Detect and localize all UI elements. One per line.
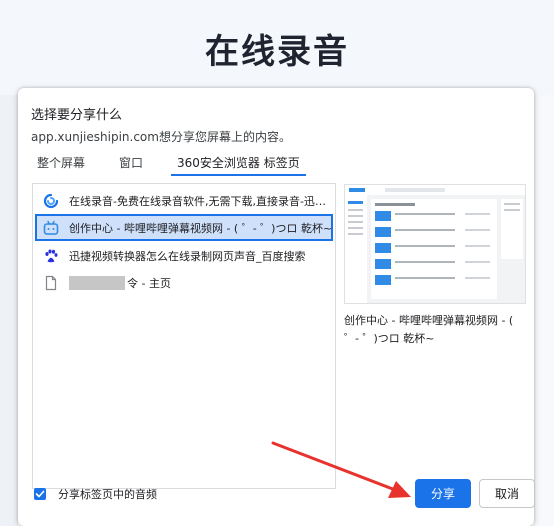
preview-image <box>345 185 525 303</box>
list-item-selected[interactable]: 创作中心 - 哔哩哔哩弹幕视频网 - ( ゜- ゜)つロ 乾杯~ <box>35 214 333 241</box>
redaction-block <box>69 275 125 290</box>
share-audio-label: 分享标签页中的音频 <box>58 488 157 501</box>
bilibili-icon <box>43 220 59 235</box>
screen-share-dialog: 选择要分享什么 app.xunjieshipin.com想分享您屏幕上的内容。 … <box>18 88 535 526</box>
list-item-label: 创作中心 - 哔哩哔哩弹幕视频网 - ( ゜- ゜)つロ 乾杯~ <box>69 221 333 235</box>
share-button[interactable]: 分享 <box>415 479 471 508</box>
cancel-button[interactable]: 取消 <box>479 479 535 508</box>
share-audio-option[interactable]: 分享标签页中的音频 <box>34 486 157 502</box>
page-icon <box>45 275 57 290</box>
preview-caption: 创作中心 - 哔哩哔哩弹幕视频网 - ( ゜- ゜)つロ 乾杯~ <box>344 314 514 345</box>
share-source-tabs: 整个屏幕 窗口 360安全浏览器 标签页 <box>31 154 328 176</box>
page-right-background <box>534 95 554 526</box>
dialog-title: 选择要分享什么 <box>31 108 123 123</box>
tab-window[interactable]: 窗口 <box>113 154 149 176</box>
page-title: 在线录音 <box>205 32 349 72</box>
list-item-label: 迅捷视频转换器怎么在线录制网页声音_百度搜索 <box>69 249 306 263</box>
xunjie-logo-icon <box>43 193 59 208</box>
tab-entire-screen[interactable]: 整个屏幕 <box>31 154 91 176</box>
checkmark-icon <box>35 490 45 498</box>
list-item[interactable]: 令 - 主页 <box>35 269 333 296</box>
dialog-subtitle: app.xunjieshipin.com想分享您屏幕上的内容。 <box>31 130 291 144</box>
list-item[interactable]: 在线录音-免费在线录音软件,无需下载,直接录音-迅捷... <box>35 187 333 214</box>
list-item-label: 在线录音-免费在线录音软件,无需下载,直接录音-迅捷... <box>69 194 333 208</box>
tab-preview-thumbnail <box>344 184 526 304</box>
page-left-background <box>0 95 18 526</box>
list-item-label: 令 - 主页 <box>127 276 171 290</box>
baidu-paw-icon <box>45 249 58 262</box>
tab-browser-tab[interactable]: 360安全浏览器 标签页 <box>171 154 306 176</box>
share-audio-checkbox[interactable] <box>34 488 46 500</box>
tab-list[interactable]: 在线录音-免费在线录音软件,无需下载,直接录音-迅捷... 创作中心 - 哔哩哔… <box>32 183 336 489</box>
list-item[interactable]: 迅捷视频转换器怎么在线录制网页声音_百度搜索 <box>35 242 333 269</box>
